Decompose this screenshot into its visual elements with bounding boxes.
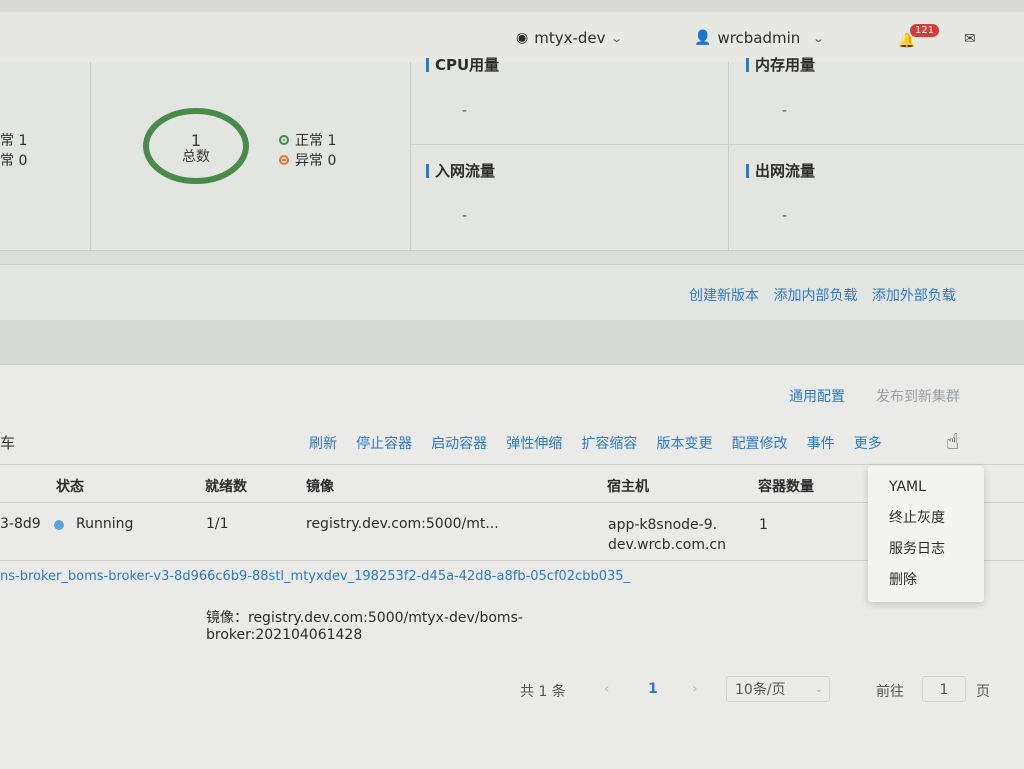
menu-item-stop-canary[interactable]: 终止灰度 [868,503,984,534]
col-ready: 就绪数 [205,479,247,495]
normal-status-icon [279,135,289,145]
pagination-total: 共 1 条 [520,684,566,700]
divider [90,62,91,250]
col-status: 状态 [56,479,84,495]
legend-abnormal: 异常 0 [279,150,336,170]
legend-normal: 正常 1 [279,130,336,150]
events-button[interactable]: 事件 [807,436,835,452]
more-button[interactable]: 更多 [854,436,882,452]
cpu-usage-title: CPU用量 [426,54,499,75]
divider [410,62,411,250]
page-unit-label: 页 [976,684,990,700]
image-detail-line1: 镜像：registry.dev.com:5000/mtyx-dev/boms- [206,610,523,626]
goto-label: 前往 [876,684,904,700]
chevron-down-icon: ⌄ [814,684,823,695]
abnormal-status-icon [279,155,289,165]
menu-item-service-logs[interactable]: 服务日志 [868,534,984,565]
pod-full-name-link[interactable]: ns-broker_boms-broker-v3-8d966c6b9-88stl… [0,569,860,584]
version-change-button[interactable]: 版本变更 [656,436,712,452]
namespace-selector[interactable]: ◉ mtyx-dev ⌄ [516,29,623,47]
divider [0,464,1024,465]
message-icon[interactable]: ✉ [964,31,976,47]
goto-page-input[interactable]: 1 [922,676,966,702]
stop-container-button[interactable]: 停止容器 [356,436,412,452]
autoscale-button[interactable]: 弹性伸缩 [506,436,562,452]
instance-toolbar: 刷新 停止容器 启动容器 弹性伸缩 扩容缩容 版本变更 配置修改 事件 更多 [309,433,882,453]
pod-host-line2: dev.wrcb.com.cn [608,537,727,553]
namespace-label: mtyx-dev [534,29,606,47]
left-abnormal-count: 常 0 [0,153,28,169]
col-image: 镜像 [306,479,334,495]
running-status-icon [54,520,64,530]
menu-item-delete[interactable]: 删除 [868,565,984,596]
pod-name-link[interactable]: 3-8d9 [0,516,41,532]
browser-url-strip [0,0,1024,12]
divider [410,144,1024,145]
config-modify-button[interactable]: 配置修改 [732,436,788,452]
outbound-traffic-value: - [782,208,788,224]
pod-host-line1: app-k8snode-9. [608,517,718,533]
page-size-value: 10条/页 [735,682,786,698]
notification-button[interactable]: 🔔 121 [898,24,940,50]
more-dropdown-menu: YAML 终止灰度 服务日志 删除 [868,466,984,602]
col-containers: 容器数量 [758,479,814,495]
pod-ready: 1/1 [206,516,229,532]
inbound-traffic-value: - [462,208,468,224]
image-detail-line2: broker:202104061428 [206,627,363,643]
page-size-select[interactable]: 10条/页 ⌄ [726,676,830,702]
notification-badge: 121 [910,24,940,37]
namespace-icon: ◉ [516,30,529,46]
memory-usage-value: - [782,103,788,119]
next-page-icon[interactable]: › [692,681,698,697]
page-1[interactable]: 1 [648,681,658,697]
pod-image: registry.dev.com:5000/mt... [306,516,499,532]
section-separator [0,320,1024,364]
user-icon: 👤 [694,30,712,46]
total-value: 1 [190,131,202,150]
cpu-usage-value: - [462,103,468,119]
divider [728,62,729,250]
refresh-button[interactable]: 刷新 [309,436,337,452]
prev-page-icon[interactable]: ‹ [604,681,610,697]
version-actions: 创建新版本 添加内部负载 添加外部负载 [689,285,956,305]
add-external-lb-link[interactable]: 添加外部负载 [872,288,956,304]
publish-cluster-link[interactable]: 发布到新集群 [876,386,960,406]
pod-container-count: 1 [759,517,768,533]
inbound-traffic-title: 入网流量 [426,160,495,181]
section-title-fragment: 车 [0,434,16,452]
pod-status: Running [76,516,134,532]
total-count: 1 总数 [143,132,249,166]
col-host: 宿主机 [607,479,649,495]
menu-item-yaml[interactable]: YAML [868,472,984,503]
chevron-down-icon: ⌄ [609,31,623,45]
pointer-cursor-icon: ☝ [946,430,960,455]
user-menu[interactable]: 👤 wrcbadmin ⌄ [694,29,826,47]
create-version-link[interactable]: 创建新版本 [689,288,759,304]
scale-button[interactable]: 扩容缩容 [581,436,637,452]
add-internal-lb-link[interactable]: 添加内部负载 [773,288,857,304]
left-normal-count: 常 1 [0,133,28,149]
total-label: 总数 [182,149,210,165]
start-container-button[interactable]: 启动容器 [431,436,487,452]
general-config-link[interactable]: 通用配置 [789,386,845,406]
memory-usage-title: 内存用量 [746,54,815,75]
user-name: wrcbadmin [717,29,801,47]
outbound-traffic-title: 出网流量 [746,160,815,181]
chevron-down-icon: ⌄ [812,31,826,45]
